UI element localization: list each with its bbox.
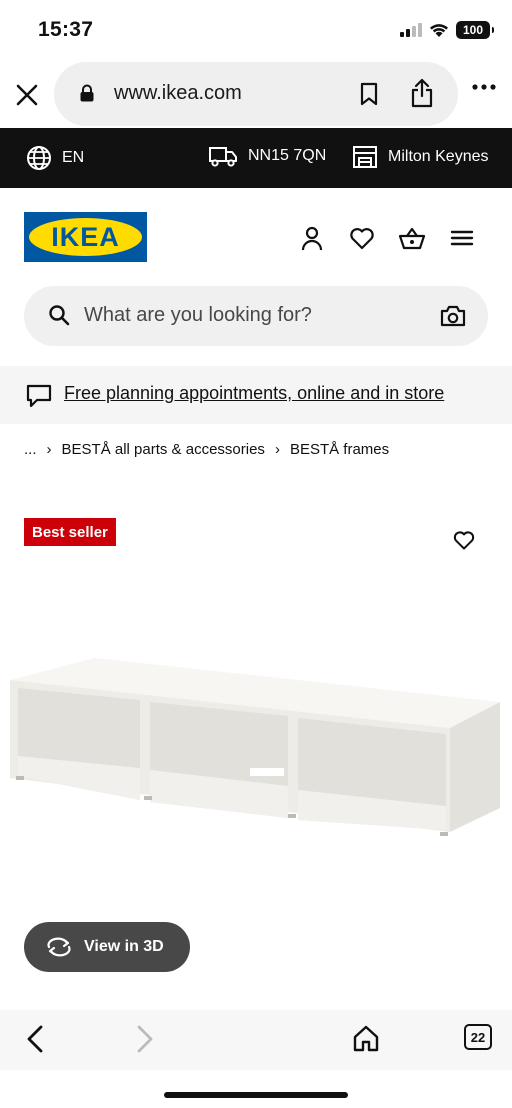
- status-time: 15:37: [38, 18, 94, 41]
- best-seller-badge: Best seller: [24, 518, 116, 546]
- store-selector[interactable]: Milton Keynes: [352, 145, 489, 169]
- language-label: EN: [62, 149, 85, 166]
- chat-bubble-icon: [26, 384, 52, 408]
- header-icons: [298, 224, 476, 252]
- status-icons: 100: [400, 21, 494, 39]
- breadcrumb-ellipsis[interactable]: ...: [24, 441, 37, 458]
- language-selector[interactable]: EN: [26, 145, 84, 171]
- lock-icon: [80, 84, 94, 102]
- tab-count: 22: [470, 1029, 486, 1045]
- chevron-right-icon: ›: [46, 441, 52, 458]
- account-icon[interactable]: [298, 224, 326, 252]
- utility-bar: EN NN15 7QN Milton Keynes: [0, 128, 512, 188]
- more-options-icon[interactable]: [472, 84, 496, 90]
- forward-icon[interactable]: [134, 1024, 156, 1054]
- wishlist-icon[interactable]: [348, 224, 376, 252]
- close-icon[interactable]: [14, 82, 40, 108]
- basket-icon[interactable]: [398, 224, 426, 252]
- battery-indicator: 100: [456, 21, 494, 39]
- postcode-label: NN15 7QN: [248, 147, 327, 164]
- product-image[interactable]: [0, 640, 512, 850]
- tabs-button[interactable]: 22: [464, 1024, 492, 1050]
- postcode-selector[interactable]: NN15 7QN: [208, 145, 326, 167]
- back-icon[interactable]: [24, 1024, 46, 1054]
- view-in-3d-label: View in 3D: [84, 938, 164, 955]
- breadcrumb: ... › BESTÅ all parts & accessories › BE…: [24, 441, 389, 458]
- breadcrumb-besta-frames[interactable]: BESTÅ frames: [290, 441, 389, 458]
- share-icon[interactable]: [410, 78, 434, 108]
- breadcrumb-besta-parts[interactable]: BESTÅ all parts & accessories: [62, 441, 265, 458]
- url-text: www.ikea.com: [114, 82, 242, 104]
- address-bar[interactable]: www.ikea.com: [54, 62, 458, 126]
- chevron-right-icon: ›: [274, 441, 280, 458]
- bookmark-icon[interactable]: [360, 82, 378, 106]
- logo-oval: IKEA: [29, 218, 142, 256]
- home-icon[interactable]: [352, 1024, 380, 1052]
- home-indicator[interactable]: [164, 1092, 348, 1098]
- search-placeholder: What are you looking for?: [84, 304, 312, 326]
- heart-icon[interactable]: [452, 528, 476, 552]
- status-bar: 15:37 100: [0, 0, 512, 62]
- globe-icon: [27, 146, 51, 170]
- store-label: Milton Keynes: [388, 148, 489, 165]
- logo-text: IKEA: [51, 221, 120, 252]
- camera-icon[interactable]: [440, 304, 466, 328]
- delivery-truck-icon: [209, 147, 237, 167]
- menu-icon[interactable]: [448, 224, 476, 252]
- signal-icon: [400, 23, 422, 37]
- wifi-icon: [430, 23, 448, 37]
- view-in-3d-button[interactable]: View in 3D: [24, 922, 190, 972]
- rotate-3d-icon: [47, 937, 71, 957]
- planning-appointments-link[interactable]: Free planning appointments, online and i…: [64, 383, 444, 404]
- promo-banner: Free planning appointments, online and i…: [0, 366, 512, 424]
- search-input[interactable]: What are you looking for?: [24, 286, 488, 346]
- browser-toolbar: 22: [0, 1010, 512, 1070]
- search-icon: [49, 305, 70, 326]
- ikea-logo[interactable]: IKEA: [24, 212, 147, 262]
- store-icon: [353, 146, 377, 168]
- browser-bar: www.ikea.com: [0, 62, 512, 128]
